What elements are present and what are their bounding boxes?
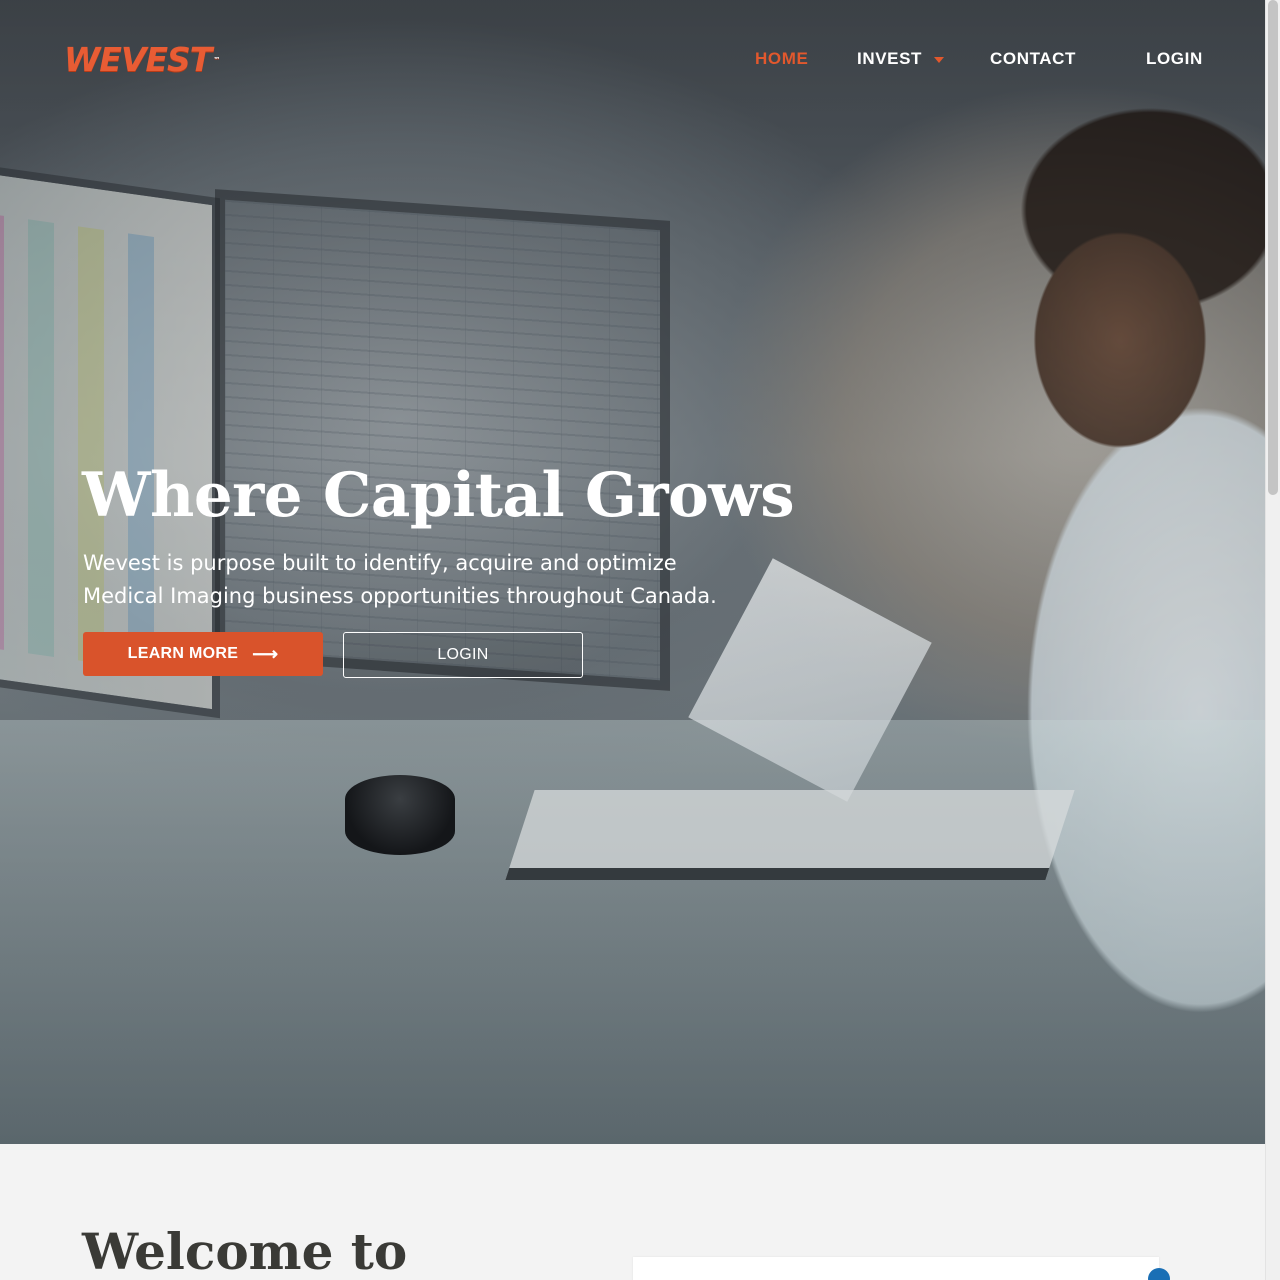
hero-subtitle: Wevest is purpose built to identify, acq… [83, 547, 803, 613]
hero-subtitle-line-1: Wevest is purpose built to identify, acq… [83, 551, 677, 575]
learn-more-label: LEARN MORE [127, 645, 239, 662]
nav-contact-link[interactable]: CONTACT [990, 46, 1076, 72]
hero-image-desk [0, 720, 1265, 1144]
hero-subtitle-line-2: Medical Imaging business opportunities t… [83, 584, 717, 608]
welcome-heading: Welcome to [82, 1222, 408, 1280]
nav-invest-label: INVEST [857, 49, 923, 68]
hero-image-speaker [345, 775, 455, 855]
nav-invest-link[interactable]: INVEST [857, 46, 945, 72]
nav-login-link[interactable]: LOGIN [1146, 46, 1203, 72]
main-nav: HOME INVEST CONTACT LOGIN [0, 46, 1265, 72]
hero-image-monitor-main [215, 189, 670, 691]
hero-section: WEVEST ™ HOME INVEST CONTACT LOGIN Where … [0, 0, 1265, 1144]
welcome-card [633, 1257, 1159, 1280]
hero-image-clipboard [505, 790, 1075, 880]
hero-title: Where Capital Grows [82, 460, 795, 531]
page-scrollbar[interactable] [1265, 0, 1280, 1280]
scrollbar-thumb[interactable] [1268, 0, 1278, 495]
hero-login-button[interactable]: LOGIN [343, 632, 583, 678]
arrow-right-icon: ⟶ [252, 643, 279, 664]
nav-home-link[interactable]: HOME [755, 46, 808, 72]
card-badge-icon [1148, 1268, 1170, 1280]
learn-more-button[interactable]: LEARN MORE ⟶ [83, 632, 323, 676]
hero-login-label: LOGIN [437, 646, 489, 663]
chevron-down-icon [934, 56, 945, 63]
